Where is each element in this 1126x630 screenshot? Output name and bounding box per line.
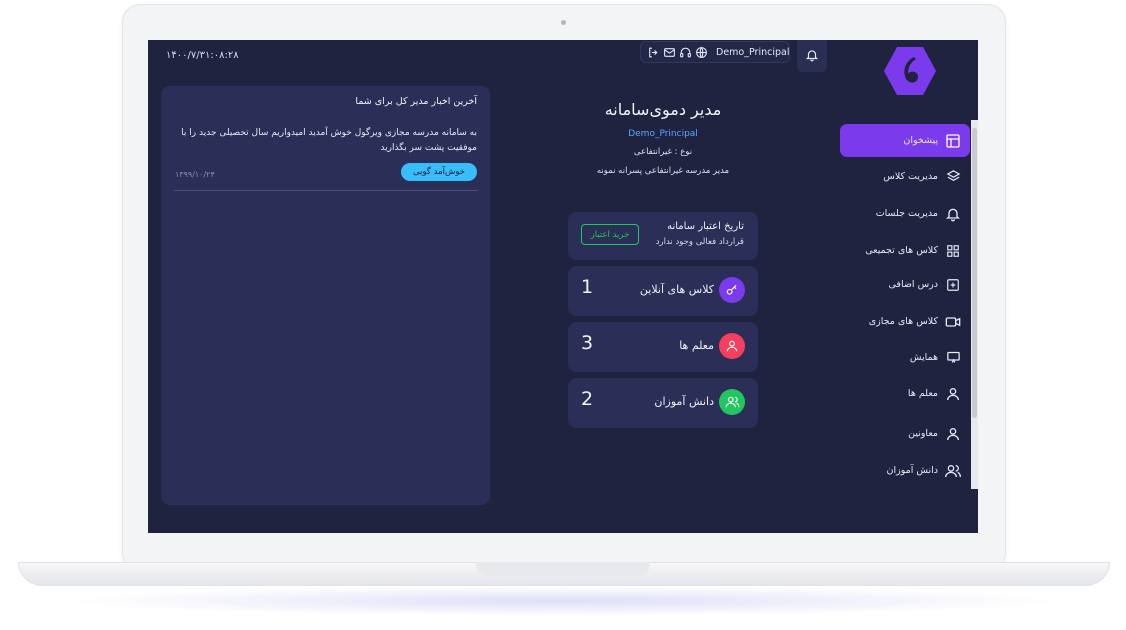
stat-value: 2 [581, 388, 594, 410]
users-icon [944, 462, 962, 480]
sidebar-item-students[interactable]: دانش آموزان [840, 454, 970, 487]
sidebar-item-label: همایش [909, 352, 938, 363]
profile-username[interactable]: Demo_Principal [568, 129, 758, 139]
credit-title: تاریخ اعتبار سامانه [667, 221, 744, 232]
credit-card: تاریخ اعتبار سامانه قرارداد فعالی وجود ن… [568, 212, 758, 260]
sidebar-item-extra-lesson[interactable]: درس اضافی [840, 268, 970, 301]
datetime: ۱۴۰۰/۷/۳۱:۰۸:۲۸ [166, 50, 239, 61]
stat-card-students[interactable]: 2 دانش آموزان [568, 378, 758, 428]
layers-icon [944, 168, 962, 186]
profile-name: مدیر دموی‌سامانه [604, 100, 722, 119]
sidebar-item-dashboard[interactable]: پیشخوان [840, 124, 970, 157]
users-icon [719, 389, 745, 415]
sidebar-item-label: مدیریت کلاس [883, 171, 938, 182]
profile-block: مدیر دموی‌سامانه Demo_Principal نوع : غی… [568, 100, 758, 176]
mail-icon[interactable] [663, 45, 676, 60]
laptop-shadow [60, 586, 1066, 616]
dashboard-icon [944, 132, 962, 150]
video-icon [944, 313, 962, 331]
camera-dot [561, 20, 566, 25]
logout-icon[interactable] [647, 45, 660, 60]
news-date: ۱۳۹۹/۱۰/۲۴ [175, 170, 215, 179]
laptop-notch [476, 562, 650, 576]
user-icon [719, 333, 745, 359]
sidebar-item-session-management[interactable]: مدیریت جلسات [840, 197, 970, 230]
sidebar-item-aggregate-classes[interactable]: کلاس های تجمیعی [840, 234, 970, 267]
stat-label: کلاس های آنلاین [639, 283, 714, 296]
app-logo[interactable] [883, 45, 937, 97]
news-title: آخرین اخبار مدیر کل برای شما [355, 96, 477, 107]
app-screen: ۱۴۰۰/۷/۳۱:۰۸:۲۸ Demo_Principal پیشخوان م… [148, 40, 978, 533]
sidebar-item-label: کلاس های تجمیعی [865, 245, 938, 256]
stat-value: 3 [581, 332, 594, 354]
globe-icon[interactable] [695, 45, 708, 60]
sidebar-item-label: معلم ها [907, 388, 938, 399]
sidebar-item-virtual-classes[interactable]: کلاس های مجازی [840, 305, 970, 338]
buy-credit-button[interactable]: خرید اعتبار [581, 224, 639, 245]
news-panel: آخرین اخبار مدیر کل برای شما به سامانه م… [161, 86, 490, 505]
news-divider [174, 190, 477, 191]
user-icon [944, 385, 962, 403]
sidebar-item-label: پیشخوان [903, 135, 938, 146]
username-label[interactable]: Demo_Principal [716, 47, 789, 58]
sidebar-item-class-management[interactable]: مدیریت کلاس [840, 160, 970, 193]
sidebar-item-teachers[interactable]: معلم ها [840, 377, 970, 410]
bell-icon [805, 47, 819, 66]
profile-type: نوع : غیرانتفاعی [633, 147, 693, 157]
stat-card-teachers[interactable]: 3 معلم ها [568, 322, 758, 372]
grid-icon [944, 242, 962, 260]
sidebar-item-label: معاونین [908, 428, 938, 439]
credit-subtitle: قرارداد فعالی وجود ندارد [655, 237, 744, 247]
sidebar-item-label: مدیریت جلسات [875, 208, 938, 219]
sidebar-item-label: کلاس های مجازی [868, 316, 938, 327]
stat-card-online-classes[interactable]: 1 کلاس های آنلاین [568, 266, 758, 316]
bell-icon [944, 205, 962, 223]
plus-square-icon [944, 276, 962, 294]
sidebar-item-label: دانش آموزان [886, 465, 939, 476]
stat-value: 1 [581, 276, 594, 298]
stat-label: دانش آموزان [654, 395, 714, 408]
sidebar-scrollbar[interactable] [971, 120, 978, 489]
key-icon [719, 277, 745, 303]
profile-role: مدیر مدرسه غیرانتفاعی پسرانه نمونه [596, 166, 730, 176]
notification-button[interactable] [797, 40, 827, 72]
sidebar-item-deputies[interactable]: معاونین [840, 417, 970, 450]
welcome-badge[interactable]: خوش‌آمد گویی [401, 163, 477, 181]
presentation-icon [944, 349, 962, 367]
sidebar: پیشخوان مدیریت کلاس مدیریت جلسات کلاس ها… [838, 120, 978, 490]
sidebar-item-label: درس اضافی [888, 279, 939, 290]
top-toolbar: Demo_Principal [640, 41, 790, 63]
sidebar-item-conference[interactable]: همایش [840, 341, 970, 374]
stat-label: معلم ها [679, 339, 714, 352]
scrollbar-thumb[interactable] [972, 128, 977, 418]
user-icon [944, 425, 962, 443]
headset-icon[interactable] [679, 45, 692, 60]
news-body: به سامانه مدرسه مجازی ویرگول خوش آمدید ا… [181, 128, 477, 153]
